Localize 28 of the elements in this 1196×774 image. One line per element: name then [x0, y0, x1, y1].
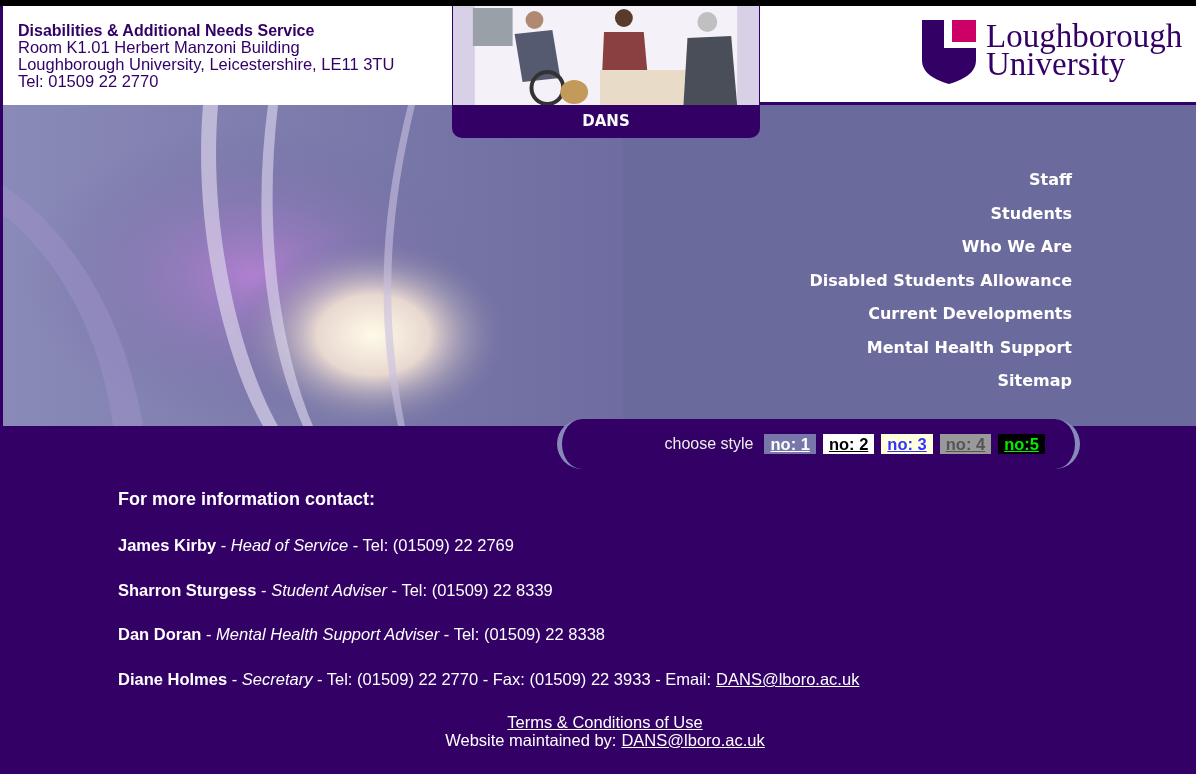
- contact-line: James Kirby - Head of Service - Tel: (01509) 22 2769: [118, 535, 514, 556]
- address-line: Room K1.01 Herbert Manzoni Building: [18, 39, 301, 56]
- nav-link[interactable]: Mental Health Support: [866, 336, 1072, 359]
- style-option[interactable]: no: 4: [939, 434, 992, 454]
- address-line: Loughborough University, Leicestershire, LE11 3TU: [18, 56, 396, 73]
- style-option[interactable]: no: 2: [822, 434, 875, 454]
- address-line: Tel: 01509 22 2770: [18, 73, 159, 90]
- shield-logo-icon: [922, 20, 976, 84]
- email-link[interactable]: DANS@lboro.ac.uk: [716, 668, 860, 691]
- choose-style-label: choose style: [664, 435, 754, 453]
- style-option[interactable]: no:5: [998, 434, 1045, 454]
- contact-line: Sharron Sturgess - Student Adviser - Tel: (01509) 22 8339: [118, 579, 553, 601]
- nav-link[interactable]: Current Developments: [868, 303, 1072, 326]
- site-tab-label: DANS: [452, 105, 760, 138]
- email-link[interactable]: DANS@lboro.ac.uk: [621, 730, 765, 749]
- nav-link[interactable]: Students: [990, 202, 1072, 225]
- contact-heading: For more information contact:: [118, 489, 376, 510]
- contact-line: Diane Holmes - Secretary - Tel: (01509) 22 2770 - Fax: (01509) 22 3933 - Email:: [118, 669, 712, 691]
- nav-link[interactable]: Staff: [1029, 169, 1072, 192]
- service-name: Disabilities & Additional Needs Service: [18, 22, 316, 39]
- terms-link[interactable]: Terms & Conditions of Use: [507, 712, 703, 731]
- maintained-label: Website maintained by:: [445, 730, 617, 749]
- nav-link[interactable]: Sitemap: [997, 370, 1072, 393]
- nav-link[interactable]: Who We Are: [961, 236, 1072, 259]
- style-option[interactable]: no: 3: [881, 434, 933, 454]
- style-option[interactable]: no: 1: [764, 434, 816, 454]
- nav-link[interactable]: Disabled Students Allowance: [809, 269, 1072, 292]
- contact-line: Dan Doran - Mental Health Support Adviser - Tel: (01509) 22 8338: [118, 624, 605, 646]
